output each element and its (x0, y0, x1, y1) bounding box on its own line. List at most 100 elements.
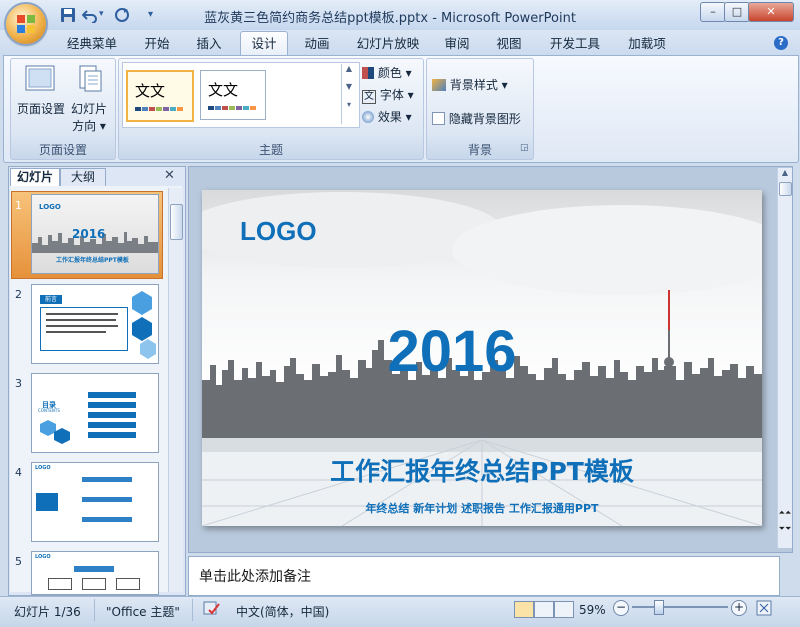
spell-check-icon[interactable] (203, 600, 221, 616)
zoom-in-button[interactable]: + (731, 600, 747, 616)
slide-orientation-button[interactable]: 幻灯片 方向 ▾ (68, 100, 110, 134)
tab-developer[interactable]: 开发工具 (542, 34, 608, 54)
slide-number: 1 (15, 199, 22, 212)
dialog-launcher-icon[interactable]: ◲ (520, 143, 529, 153)
fit-to-window-icon[interactable] (756, 600, 772, 616)
effects-button[interactable]: 效果 ▾ (362, 108, 412, 125)
tab-classic-menu[interactable]: 经典菜单 (58, 34, 126, 54)
paint-bucket-icon (432, 79, 446, 91)
slide-thumbnail-5[interactable]: LOGO (31, 551, 159, 595)
fonts-label: 字体 ▾ (379, 88, 414, 102)
close-button[interactable]: ✕ (748, 2, 794, 22)
page-setup-icon[interactable] (24, 64, 56, 94)
page-setup-button[interactable]: 页面设置 (14, 100, 68, 117)
slide-title: 工作汇报年终总结PPT模板 (330, 457, 634, 486)
slide-subtitle: 年终总结 新年计划 述职报告 工作汇报通用PPT (365, 502, 599, 515)
hide-background-graphics[interactable]: 隐藏背景图形 (432, 110, 521, 127)
thumb3-sub: CONTENTS (38, 408, 60, 413)
slide-sorter-icon[interactable] (534, 601, 554, 618)
thumbnail-scrollbar[interactable] (168, 188, 183, 592)
language-indicator[interactable]: 中文(简体，中国) (236, 603, 329, 620)
slideshow-icon[interactable] (554, 601, 574, 618)
tab-slideshow[interactable]: 幻灯片放映 (350, 34, 426, 54)
effects-label: 效果 ▾ (377, 110, 412, 124)
zoom-slider-track[interactable] (632, 606, 728, 608)
tab-review[interactable]: 审阅 (436, 34, 478, 54)
tab-addins[interactable]: 加载项 (620, 34, 674, 54)
status-divider (192, 599, 193, 621)
maximize-button[interactable]: □ (724, 2, 750, 22)
slide-orientation-label-1: 幻灯片 (70, 102, 107, 116)
scrollbar-thumb[interactable] (170, 204, 183, 240)
fonts-icon: 文 (362, 90, 376, 104)
window-title: 蓝灰黄三色简约商务总结ppt模板.pptx - Microsoft PowerP… (204, 11, 576, 26)
scroll-up-icon[interactable]: ▲ (778, 168, 792, 177)
group-background: 背景 (426, 58, 534, 160)
thumb1-year: 2016 (72, 227, 106, 241)
gallery-more-icon[interactable]: ▾ (342, 100, 356, 118)
undo-icon[interactable] (82, 7, 98, 23)
close-pane-icon[interactable]: ✕ (164, 168, 175, 183)
group-label-background: 背景 (467, 143, 492, 157)
slide-thumbnail-2[interactable]: 前言 (31, 284, 159, 364)
group-label-themes: 主题 (258, 143, 283, 157)
colors-icon (362, 67, 374, 79)
theme-tile-label: 文文 (208, 81, 239, 99)
thumb4-label: LOGO (35, 465, 51, 471)
slide-counter: 幻灯片 1/36 (14, 605, 81, 619)
background-styles-button[interactable]: 背景样式 ▾ (432, 76, 508, 93)
office-button[interactable] (6, 4, 46, 44)
gallery-down-icon[interactable]: ▼ (342, 82, 356, 100)
tab-outline[interactable]: 大纲 (60, 168, 106, 186)
office-logo-icon (17, 15, 35, 33)
notes-placeholder: 单击此处添加备注 (199, 569, 311, 585)
background-styles-label: 背景样式 ▾ (449, 78, 508, 92)
hide-background-checkbox[interactable] (432, 112, 445, 125)
notes-pane[interactable]: 单击此处添加备注 (188, 556, 780, 596)
slide-number: 5 (15, 555, 22, 568)
undo-dropdown-icon[interactable]: ▾ (99, 9, 104, 19)
slide-thumbnail-1[interactable]: LOGO 2016 工作汇报年终总结PPT模板 (31, 194, 159, 274)
slide-number: 4 (15, 466, 22, 479)
previous-slide-icon[interactable]: ⏶⏶ (778, 508, 792, 518)
thumb5-label: LOGO (35, 554, 51, 560)
zoom-level[interactable]: 59% (579, 603, 606, 617)
normal-view-icon[interactable] (514, 601, 534, 618)
customize-qat-icon[interactable]: ▾ (148, 9, 153, 20)
next-slide-icon[interactable]: ⏷⏷ (778, 524, 792, 534)
tab-design[interactable]: 设计 (240, 31, 288, 57)
thumb1-title: 工作汇报年终总结PPT模板 (56, 257, 129, 264)
tab-animation[interactable]: 动画 (296, 34, 338, 54)
tab-view[interactable]: 视图 (488, 34, 530, 54)
theme-tile-label: 文文 (135, 82, 166, 100)
colors-label: 颜色 ▾ (377, 66, 412, 80)
gallery-up-icon[interactable]: ▲ (342, 64, 356, 82)
slide-orientation-label-2: 方向 ▾ (72, 119, 106, 133)
help-icon[interactable]: ? (774, 36, 788, 50)
tab-slides[interactable]: 幻灯片 (10, 168, 60, 186)
slide-number: 3 (15, 377, 22, 390)
colors-button[interactable]: 颜色 ▾ (362, 64, 412, 81)
redo-icon[interactable] (114, 7, 130, 23)
slide-thumbnail-3[interactable]: 目录 CONTENTS (31, 373, 159, 453)
zoom-slider-thumb[interactable] (654, 600, 664, 615)
theme-tile-2[interactable]: 文文 (200, 70, 266, 120)
hide-background-label: 隐藏背景图形 (448, 112, 521, 126)
theme-tile-office[interactable]: 文文 (126, 70, 194, 122)
tab-home[interactable]: 开始 (136, 34, 178, 54)
slide-number: 2 (15, 288, 22, 301)
tab-insert[interactable]: 插入 (188, 34, 230, 54)
theme-name: "Office 主题" (106, 605, 180, 619)
current-slide[interactable]: LOGO 2016 工作汇报年终总结PPT模板 年终总结 新年计划 述职报告 工… (202, 190, 762, 526)
zoom-out-button[interactable]: − (613, 600, 629, 616)
fonts-button[interactable]: 文 字体 ▾ (362, 86, 414, 104)
slide-scrollbar-thumb[interactable] (779, 182, 792, 196)
slide-thumbnail-4[interactable]: LOGO (31, 462, 159, 542)
slide-scrollbar[interactable]: ▲ ⏶⏶ ⏷⏷ (777, 168, 792, 548)
slide-orientation-icon[interactable] (76, 64, 104, 94)
thumb1-logo: LOGO (39, 203, 61, 211)
gallery-scroll: ▲ ▼ ▾ (341, 64, 356, 124)
slide-logo: LOGO (240, 216, 317, 246)
minimize-button[interactable]: – (700, 2, 726, 22)
save-icon[interactable] (60, 7, 76, 23)
